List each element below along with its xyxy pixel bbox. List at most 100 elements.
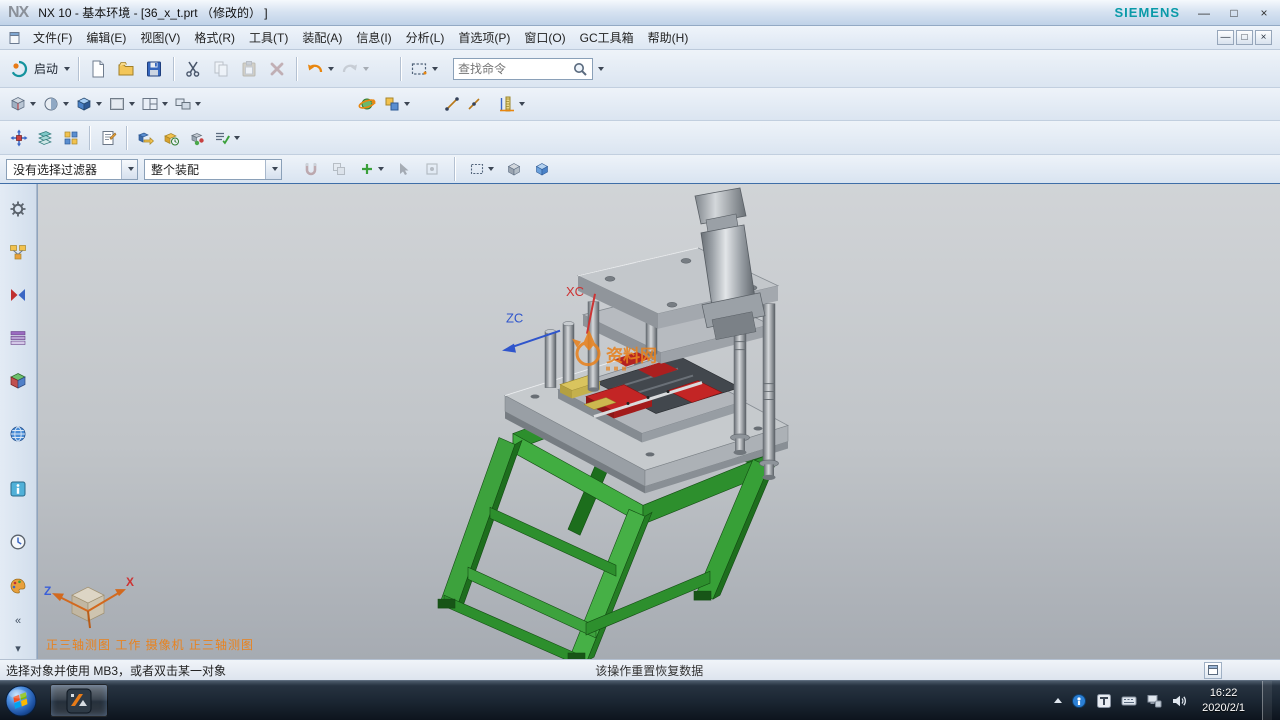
view-operation-button[interactable] bbox=[380, 91, 413, 117]
chevron-down-icon bbox=[96, 102, 102, 106]
web-browser-icon[interactable] bbox=[5, 421, 31, 447]
constraint-check-button[interactable] bbox=[210, 125, 243, 151]
dropdown-button[interactable] bbox=[121, 160, 137, 179]
start-button[interactable] bbox=[4, 684, 38, 718]
security-tray-icon[interactable] bbox=[1071, 693, 1087, 709]
assembly-navigator-icon[interactable] bbox=[5, 239, 31, 265]
taskbar-app-nx[interactable] bbox=[50, 684, 108, 717]
dropdown-button[interactable] bbox=[265, 160, 281, 179]
assembly-sequence-button[interactable] bbox=[158, 125, 184, 151]
menu-format[interactable]: 格式(R) bbox=[187, 26, 242, 49]
menu-tools[interactable]: 工具(T) bbox=[242, 26, 295, 49]
orbit-rotate-icon bbox=[358, 95, 376, 113]
find-command-input[interactable] bbox=[458, 62, 572, 76]
menu-assemblies[interactable]: 装配(A) bbox=[295, 26, 349, 49]
open-button[interactable] bbox=[112, 55, 140, 83]
orbit-rotate-button[interactable] bbox=[354, 91, 380, 117]
new-button[interactable] bbox=[84, 55, 112, 83]
constraint-navigator-icon[interactable] bbox=[5, 282, 31, 308]
model-canvas: ZC XC 资料网 bbox=[38, 184, 1280, 659]
view-triad[interactable]: Z X bbox=[44, 575, 134, 628]
component-report-button[interactable] bbox=[95, 125, 121, 151]
assembly-toolbar bbox=[0, 121, 1280, 155]
menu-edit[interactable]: 编辑(E) bbox=[79, 26, 133, 49]
tray-clock[interactable]: 16:22 2020/2/1 bbox=[1202, 686, 1245, 716]
network-icon[interactable] bbox=[1146, 693, 1162, 709]
graphics-viewport[interactable]: ZC XC 资料网 bbox=[37, 184, 1280, 659]
chevron-down-icon[interactable] bbox=[598, 67, 604, 71]
menu-view[interactable]: 视图(V) bbox=[133, 26, 187, 49]
selection-bar: 没有选择过滤器 整个装配 bbox=[0, 155, 1280, 184]
snap-point-button[interactable] bbox=[441, 93, 463, 115]
minimize-button[interactable]: — bbox=[1196, 6, 1212, 20]
status-bar: 选择对象并使用 MB3，或者双击某一对象 该操作重置恢复数据 bbox=[0, 659, 1280, 680]
menu-preferences[interactable]: 首选项(P) bbox=[451, 26, 517, 49]
menu-information[interactable]: 信息(I) bbox=[349, 26, 398, 49]
start-button[interactable]: 启动 bbox=[6, 55, 73, 83]
menu-file[interactable]: 文件(F) bbox=[26, 26, 79, 49]
undo-button[interactable] bbox=[302, 55, 337, 83]
snap-midpoint-button[interactable] bbox=[463, 93, 485, 115]
marquee-style-button[interactable] bbox=[466, 158, 497, 180]
marquee-select-button[interactable] bbox=[406, 55, 441, 83]
menu-window[interactable]: 窗口(O) bbox=[517, 26, 572, 49]
render-background-button[interactable] bbox=[105, 91, 138, 117]
menu-gc-toolbox[interactable]: GC工具箱 bbox=[573, 26, 641, 49]
maximize-button[interactable]: □ bbox=[1226, 6, 1242, 20]
remember-constraints-button[interactable] bbox=[184, 125, 210, 151]
delete-button[interactable] bbox=[263, 55, 291, 83]
move-component-button[interactable] bbox=[6, 125, 32, 151]
volume-icon[interactable] bbox=[1171, 693, 1187, 709]
copy-button[interactable] bbox=[207, 55, 235, 83]
constraint-layers-button[interactable] bbox=[32, 125, 58, 151]
selection-scope-value: 整个装配 bbox=[151, 161, 199, 178]
snap-magnet-button[interactable] bbox=[300, 158, 322, 180]
menu-analysis[interactable]: 分析(L) bbox=[399, 26, 452, 49]
child-minimize-button[interactable]: — bbox=[1217, 30, 1234, 45]
remember-constraints-icon bbox=[188, 129, 206, 147]
pattern-component-button[interactable] bbox=[58, 125, 84, 151]
hd3d-tools-icon[interactable] bbox=[5, 476, 31, 502]
view-toolbar bbox=[0, 88, 1280, 121]
measure-distance-button[interactable] bbox=[495, 91, 528, 117]
show-desktop-button[interactable] bbox=[1262, 681, 1272, 720]
roles-gear-icon[interactable] bbox=[5, 196, 31, 222]
select-scope-button[interactable] bbox=[421, 158, 443, 180]
cut-button[interactable] bbox=[179, 55, 207, 83]
marquee-style-icon bbox=[469, 161, 485, 177]
history-icon[interactable] bbox=[5, 529, 31, 555]
child-close-button[interactable]: × bbox=[1255, 30, 1272, 45]
selection-filter-dropdown[interactable]: 没有选择过滤器 bbox=[6, 159, 138, 180]
orient-view-button[interactable] bbox=[6, 91, 39, 117]
paste-button[interactable] bbox=[235, 55, 263, 83]
shaded-view-button[interactable] bbox=[72, 91, 105, 117]
show-hidden-icons-button[interactable] bbox=[1054, 698, 1062, 703]
resource-scroll-button[interactable]: ▾ bbox=[8, 643, 28, 657]
select-arrow-button[interactable] bbox=[393, 158, 415, 180]
ime-language-icon[interactable] bbox=[1096, 693, 1112, 709]
window-layout-button[interactable] bbox=[138, 91, 171, 117]
keyboard-layout-icon[interactable] bbox=[1121, 693, 1137, 709]
resource-collapse-button[interactable]: « bbox=[8, 615, 28, 629]
triad-z-label: Z bbox=[44, 584, 51, 598]
translucent-toggle-button[interactable] bbox=[531, 158, 553, 180]
menu-help[interactable]: 帮助(H) bbox=[641, 26, 696, 49]
close-button[interactable]: × bbox=[1256, 6, 1272, 20]
select-union-button[interactable] bbox=[328, 158, 350, 180]
redo-button[interactable] bbox=[337, 55, 372, 83]
system-palette-icon[interactable] bbox=[5, 573, 31, 599]
search-icon[interactable] bbox=[572, 61, 588, 77]
reuse-library-icon[interactable] bbox=[5, 368, 31, 394]
view-sync-button[interactable] bbox=[171, 91, 204, 117]
component-position-button[interactable] bbox=[132, 125, 158, 151]
save-button[interactable] bbox=[140, 55, 168, 83]
selection-scope-dropdown[interactable]: 整个装配 bbox=[144, 159, 282, 180]
select-plus-button[interactable] bbox=[356, 158, 387, 180]
part-navigator-icon[interactable] bbox=[5, 325, 31, 351]
child-window-icon[interactable] bbox=[8, 31, 22, 45]
status-window-button[interactable] bbox=[1204, 662, 1222, 679]
view-style-button[interactable] bbox=[39, 91, 72, 117]
shaded-toggle-button[interactable] bbox=[503, 158, 525, 180]
child-restore-button[interactable]: □ bbox=[1236, 30, 1253, 45]
system-tray: 16:22 2020/2/1 bbox=[1054, 681, 1280, 720]
